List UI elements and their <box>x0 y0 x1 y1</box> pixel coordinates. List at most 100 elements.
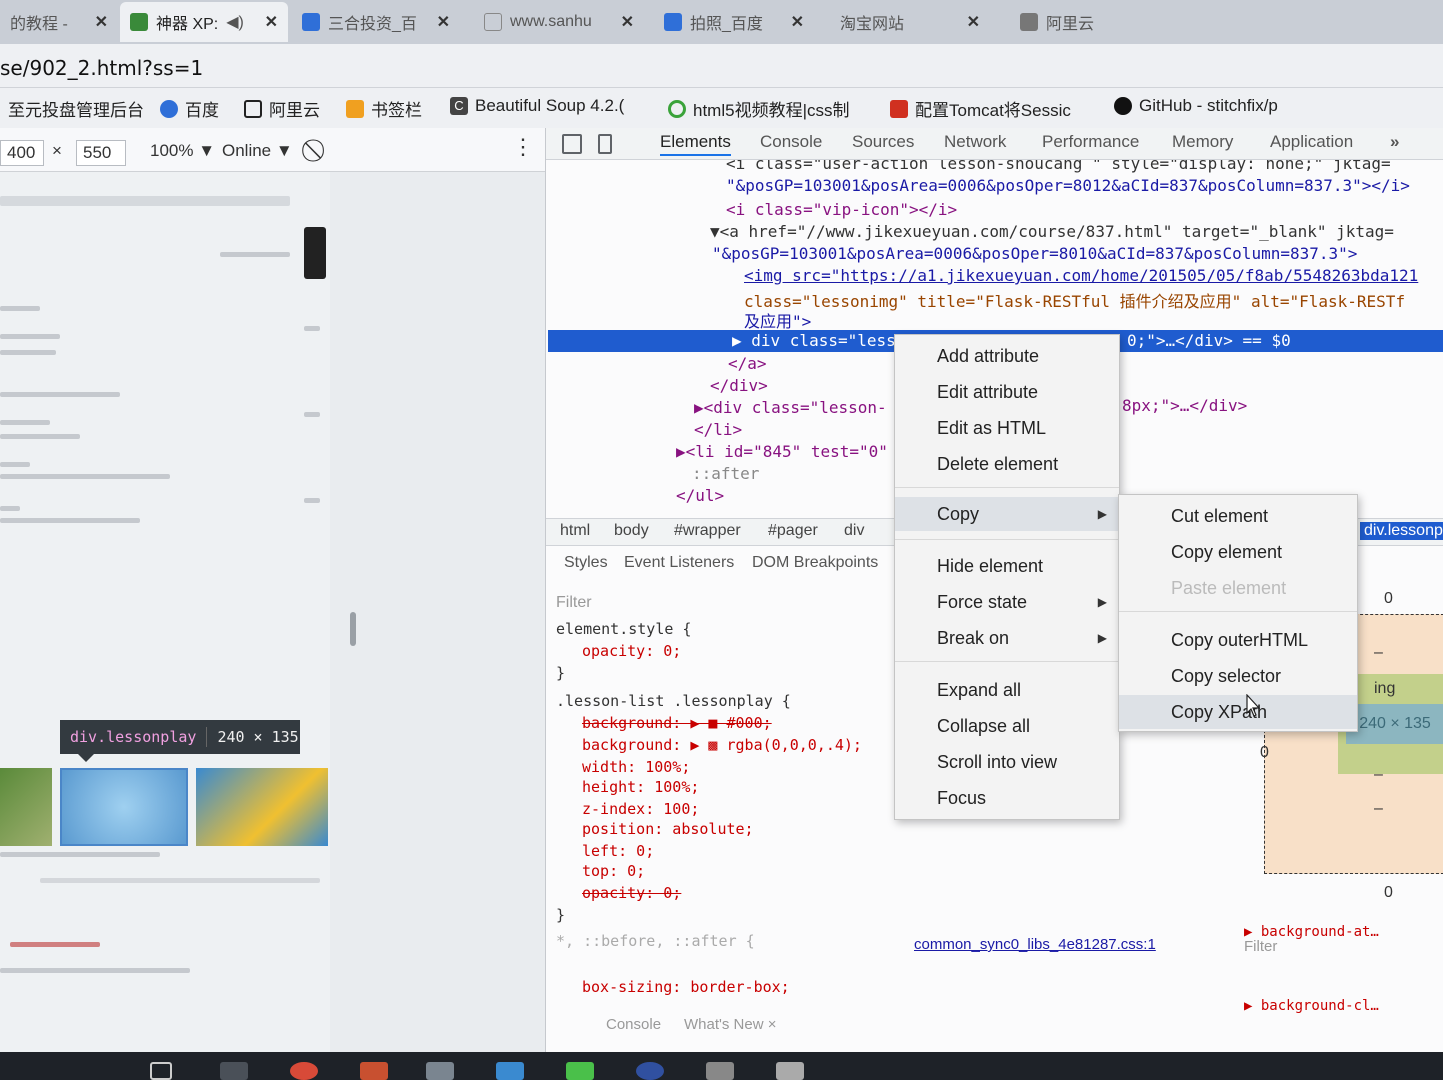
bookmark-item[interactable]: html5视频教程|css制 <box>668 96 850 121</box>
style-declaration[interactable]: width: 100%; <box>582 758 690 776</box>
tab-console[interactable]: Console <box>760 132 822 152</box>
explorer-icon[interactable] <box>220 1062 248 1080</box>
python-course-thumbnail[interactable] <box>196 768 328 846</box>
menu-item-copy[interactable]: Copy ▶ <box>895 497 1119 531</box>
menu-item-hide-element[interactable]: Hide element <box>895 549 1119 583</box>
dom-line[interactable]: class="lessonimg" title="Flask-RESTful 插… <box>744 288 1405 312</box>
course-thumbnail-highlighted[interactable] <box>60 768 188 846</box>
dom-line[interactable]: <i class="user-action lesson-shoucang " … <box>726 160 1391 173</box>
tab-network[interactable]: Network <box>944 132 1006 152</box>
browser-tab[interactable]: www.sanhu ✕ <box>474 2 644 42</box>
dom-line[interactable]: "&posGP=103001&posArea=0006&posOper=8010… <box>712 244 1357 263</box>
style-declaration[interactable]: top: 0; <box>582 862 645 880</box>
close-icon[interactable]: ✕ <box>967 12 980 32</box>
close-icon[interactable]: ✕ <box>791 12 804 32</box>
breadcrumb-item[interactable]: div <box>844 522 864 540</box>
close-icon[interactable]: ✕ <box>437 12 450 32</box>
menu-item-edit-as-html[interactable]: Edit as HTML <box>895 411 1119 445</box>
tab-sources[interactable]: Sources <box>852 132 914 152</box>
subtab-dom-breakpoints[interactable]: DOM Breakpoints <box>752 554 878 572</box>
dom-line[interactable]: <i class="vip-icon"></i> <box>726 200 957 219</box>
floating-sidebar[interactable] <box>304 227 326 279</box>
menu-item-collapse-all[interactable]: Collapse all <box>895 709 1119 743</box>
breadcrumb-item[interactable]: #pager <box>768 522 818 540</box>
task-view-icon[interactable] <box>150 1062 172 1080</box>
menu-item-edit-attribute[interactable]: Edit attribute <box>895 375 1119 409</box>
dom-line[interactable]: </div> <box>710 376 768 395</box>
browser-tab-active[interactable]: 神器 XP: ◀) ✕ <box>120 2 288 42</box>
app-icon[interactable] <box>776 1062 804 1080</box>
dom-line-anchor[interactable]: ▼<a href="//www.jikexueyuan.com/course/8… <box>710 222 1394 241</box>
inspect-element-icon[interactable] <box>562 134 582 154</box>
menu-item-add-attribute[interactable]: Add attribute <box>895 339 1119 373</box>
bookmark-item[interactable]: 阿里云 <box>244 96 320 121</box>
browser-tab[interactable]: 的教程 - ✕ <box>0 2 118 42</box>
style-declaration-overridden[interactable]: opacity: 0; <box>582 884 681 902</box>
tab-elements[interactable]: Elements <box>660 132 731 156</box>
close-icon[interactable]: ✕ <box>621 12 634 32</box>
bookmark-item[interactable]: 书签栏 <box>346 96 422 121</box>
bookmark-item[interactable]: 百度 <box>160 96 219 121</box>
style-declaration[interactable]: z-index: 100; <box>582 800 699 818</box>
bookmark-item[interactable]: 配置Tomcat将Sessic <box>890 96 1071 121</box>
browser-tab[interactable]: 三合投资_百 ✕ <box>292 2 460 42</box>
device-toggle-icon[interactable] <box>598 134 612 154</box>
tab-memory[interactable]: Memory <box>1172 132 1233 152</box>
dom-line[interactable]: </li> <box>694 420 742 439</box>
browser-tab[interactable]: 淘宝网站 ✕ <box>830 2 990 42</box>
device-width-input[interactable]: 400 <box>0 140 44 166</box>
styles-filter-input[interactable]: Filter <box>556 594 592 612</box>
app-icon[interactable] <box>566 1062 594 1080</box>
more-options-icon[interactable]: ⋮ <box>512 134 534 160</box>
style-rule-selector[interactable]: .lesson-list .lessonplay { <box>556 692 791 710</box>
style-declaration[interactable]: opacity: 0; <box>582 642 681 660</box>
menu-item-focus[interactable]: Focus <box>895 781 1119 815</box>
dom-line[interactable]: "&posGP=103001&posArea=0006&posOper=8012… <box>726 176 1410 195</box>
style-rule-selector[interactable]: *, ::before, ::after { <box>556 932 755 950</box>
speaker-icon[interactable]: ◀) <box>226 12 244 32</box>
breadcrumb-item[interactable]: #wrapper <box>674 522 741 540</box>
style-source-link[interactable]: common_sync0_libs_4e81287.css:1 <box>914 936 1156 953</box>
app-icon[interactable] <box>636 1062 664 1080</box>
browser-tab[interactable]: 拍照_百度 ✕ <box>654 2 814 42</box>
dom-line-img[interactable]: <img src="https://a1.jikexueyuan.com/hom… <box>744 266 1418 285</box>
subtab-event-listeners[interactable]: Event Listeners <box>624 554 734 572</box>
app-icon[interactable] <box>496 1062 524 1080</box>
more-tabs-icon[interactable]: » <box>1390 132 1399 152</box>
browser-tab[interactable]: 阿里云 <box>1010 2 1170 42</box>
computed-filter-input[interactable]: Filter <box>1244 938 1277 955</box>
menu-item-copy-xpath[interactable]: Copy XPath <box>1119 695 1357 729</box>
style-declaration[interactable]: background: ▶ ▩ rgba(0,0,0,.4); <box>582 736 862 754</box>
dom-line[interactable]: </a> <box>728 354 767 373</box>
subtab-styles[interactable]: Styles <box>564 554 608 572</box>
close-icon[interactable]: ✕ <box>95 12 108 32</box>
menu-item-expand-all[interactable]: Expand all <box>895 673 1119 707</box>
app-icon[interactable] <box>426 1062 454 1080</box>
menu-item-force-state[interactable]: Force state ▶ <box>895 585 1119 619</box>
viewport-resize-handle[interactable] <box>350 612 356 646</box>
tab-application[interactable]: Application <box>1270 132 1353 152</box>
style-declaration[interactable]: left: 0; <box>582 842 654 860</box>
app-icon[interactable] <box>360 1062 388 1080</box>
device-height-input[interactable]: 550 <box>76 140 126 166</box>
menu-item-delete-element[interactable]: Delete element <box>895 447 1119 481</box>
computed-property[interactable]: ▶ background-cl… <box>1244 998 1379 1014</box>
style-rule-selector[interactable]: element.style { <box>556 620 691 638</box>
drawer-tab-whats-new[interactable]: What's New × <box>684 1016 776 1033</box>
dom-line-pseudo[interactable]: ::after <box>692 464 759 483</box>
menu-item-break-on[interactable]: Break on ▶ <box>895 621 1119 655</box>
zoom-select[interactable]: 100% ▼ <box>150 141 215 161</box>
menu-item-cut-element[interactable]: Cut element <box>1119 499 1357 533</box>
chrome-icon[interactable] <box>290 1062 318 1080</box>
app-icon[interactable] <box>706 1062 734 1080</box>
url-field[interactable]: se/902_2.html?ss=1 <box>0 56 203 80</box>
drawer-tab-console[interactable]: Console <box>606 1016 661 1033</box>
network-throttle-select[interactable]: Online ▼ <box>222 141 293 161</box>
style-declaration[interactable]: position: absolute; <box>582 820 754 838</box>
style-declaration-overridden[interactable]: background: ▶ ■ #000; <box>582 714 772 732</box>
dom-line[interactable]: ▶<li id="845" test="0" <box>676 442 888 461</box>
close-icon[interactable]: ✕ <box>265 12 278 32</box>
dom-line-fragment[interactable]: 8px;">…</div> <box>1122 396 1247 415</box>
menu-item-copy-outerhtml[interactable]: Copy outerHTML <box>1119 623 1357 657</box>
menu-item-copy-selector[interactable]: Copy selector <box>1119 659 1357 693</box>
